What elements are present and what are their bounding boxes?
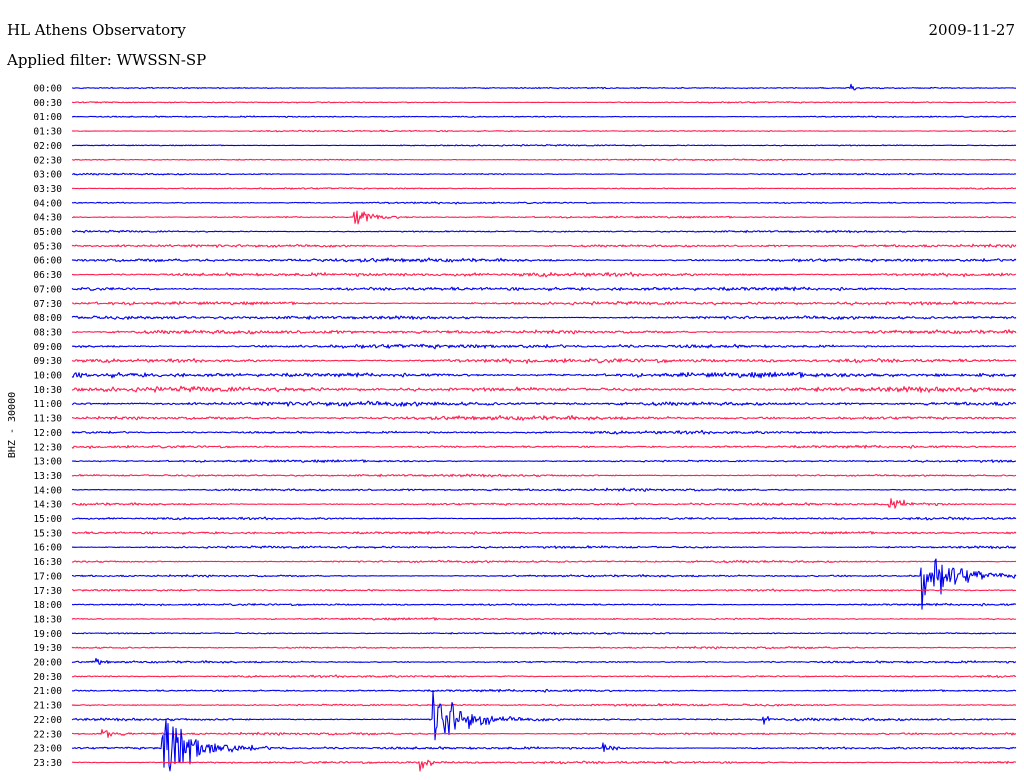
row-label-1530: 15:30 xyxy=(33,528,62,539)
trace-1630 xyxy=(71,559,1017,564)
trace-2030 xyxy=(71,674,1017,679)
row-label-0200: 02:00 xyxy=(33,141,62,152)
trace-1100 xyxy=(71,400,1017,407)
trace-1600 xyxy=(71,545,1017,550)
row-label-0800: 08:00 xyxy=(33,313,62,324)
trace-2130 xyxy=(71,703,1017,707)
row-label-1630: 16:30 xyxy=(33,557,62,568)
trace-1530 xyxy=(71,531,1017,535)
trace-0800 xyxy=(71,315,1017,320)
row-label-0600: 06:00 xyxy=(33,256,62,267)
trace-0730 xyxy=(71,300,1017,306)
row-label-2030: 20:30 xyxy=(33,672,62,683)
row-label-0500: 05:00 xyxy=(33,227,62,238)
row-label-0730: 07:30 xyxy=(33,299,62,310)
row-label-1200: 12:00 xyxy=(33,428,62,439)
trace-0930 xyxy=(71,358,1017,365)
trace-0900 xyxy=(71,343,1017,350)
trace-0630 xyxy=(71,271,1017,278)
row-label-2100: 21:00 xyxy=(33,686,62,697)
trace-0400 xyxy=(71,201,1017,205)
row-label-1500: 15:00 xyxy=(33,514,62,525)
row-label-0300: 03:00 xyxy=(33,170,62,181)
trace-1900 xyxy=(71,631,1017,636)
row-label-0130: 01:30 xyxy=(33,127,62,138)
trace-2200 xyxy=(71,690,1017,741)
row-label-1100: 11:00 xyxy=(33,399,62,410)
row-label-0930: 09:30 xyxy=(33,356,62,367)
row-label-1230: 12:30 xyxy=(33,442,62,453)
trace-1300 xyxy=(71,459,1017,463)
trace-2230 xyxy=(71,728,1017,738)
row-labels: 00:00 00:30 01:00 01:30 02:00 02:30 03:00 03:30… xyxy=(33,84,62,769)
row-label-2000: 20:00 xyxy=(33,658,62,669)
row-label-2230: 22:30 xyxy=(33,729,62,740)
helicorder-plot: BHZ - 30000 00:00 00:30 01:00 01:30 02:00 02:… xyxy=(7,83,1017,772)
row-label-1600: 16:00 xyxy=(33,543,62,554)
row-label-2130: 21:30 xyxy=(33,701,62,712)
row-label-2200: 22:00 xyxy=(33,715,62,726)
trace-0430 xyxy=(71,210,1017,225)
trace-0830 xyxy=(71,329,1017,335)
row-label-0630: 06:30 xyxy=(33,270,62,281)
row-label-2330: 23:30 xyxy=(33,758,62,769)
row-label-0100: 01:00 xyxy=(33,112,62,123)
row-label-1300: 13:00 xyxy=(33,457,62,468)
trace-0000 xyxy=(71,83,1017,91)
trace-0330 xyxy=(71,187,1017,190)
row-label-0400: 04:00 xyxy=(33,198,62,209)
trace-0130 xyxy=(71,129,1017,133)
trace-1830 xyxy=(71,617,1017,621)
trace-1400 xyxy=(71,487,1017,492)
trace-0200 xyxy=(71,143,1017,147)
trace-1500 xyxy=(71,516,1017,521)
channel-label: BHZ - 30000 xyxy=(7,392,18,458)
trace-1030 xyxy=(71,385,1017,393)
trace-2330 xyxy=(71,759,1017,772)
trace-1130 xyxy=(71,414,1017,421)
trace-1000 xyxy=(71,371,1017,379)
row-label-1330: 13:30 xyxy=(33,471,62,482)
trace-0500 xyxy=(71,229,1017,234)
row-label-1930: 19:30 xyxy=(33,643,62,654)
trace-1430 xyxy=(71,498,1017,509)
row-label-1830: 18:30 xyxy=(33,614,62,625)
row-label-1430: 14:30 xyxy=(33,500,62,511)
trace-0100 xyxy=(71,115,1017,119)
row-label-0030: 00:30 xyxy=(33,98,62,109)
trace-2100 xyxy=(71,688,1017,693)
row-label-0830: 08:30 xyxy=(33,327,62,338)
trace-1230 xyxy=(71,444,1017,450)
trace-1730 xyxy=(71,588,1017,592)
row-label-1730: 17:30 xyxy=(33,586,62,597)
trace-0530 xyxy=(71,243,1017,249)
row-label-0900: 09:00 xyxy=(33,342,62,353)
trace-0230 xyxy=(71,158,1017,162)
traces xyxy=(71,83,1017,772)
row-label-0530: 05:30 xyxy=(33,241,62,252)
row-label-0000: 00:00 xyxy=(33,84,62,95)
row-label-1700: 17:00 xyxy=(33,571,62,582)
trace-2000 xyxy=(71,657,1017,665)
trace-0600 xyxy=(71,257,1017,263)
trace-0300 xyxy=(71,172,1017,176)
trace-1200 xyxy=(71,429,1017,435)
trace-0030 xyxy=(71,101,1017,104)
trace-1800 xyxy=(71,602,1017,607)
row-label-0700: 07:00 xyxy=(33,284,62,295)
trace-1700 xyxy=(71,558,1017,610)
row-label-1900: 19:00 xyxy=(33,629,62,640)
row-label-0330: 03:30 xyxy=(33,184,62,195)
trace-0700 xyxy=(71,286,1017,292)
row-label-1400: 14:00 xyxy=(33,485,62,496)
row-label-0230: 02:30 xyxy=(33,155,62,166)
row-label-1030: 10:30 xyxy=(33,385,62,396)
row-label-1130: 11:30 xyxy=(33,414,62,425)
row-label-2300: 23:00 xyxy=(33,744,62,755)
trace-1330 xyxy=(71,473,1017,478)
row-label-1800: 18:00 xyxy=(33,600,62,611)
row-label-1000: 10:00 xyxy=(33,371,62,382)
trace-1930 xyxy=(71,645,1017,650)
row-label-0430: 04:30 xyxy=(33,213,62,224)
